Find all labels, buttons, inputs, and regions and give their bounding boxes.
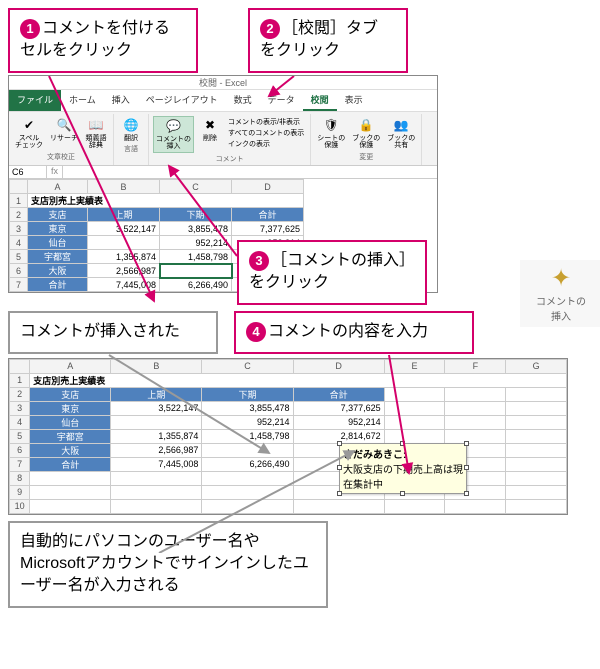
callout-4: 4コメントの内容を入力 bbox=[234, 311, 474, 353]
callout-2-line1: ［校閲］タブ bbox=[282, 20, 378, 37]
ribbon-group-lang: 🌐翻訳 言語 bbox=[114, 114, 149, 165]
delete-icon: ✖ bbox=[201, 117, 219, 135]
sheet-2[interactable]: ABCDEFG1支店別売上実績表2支店上期下期合計3東京3,522,1473,8… bbox=[9, 359, 567, 514]
btn-insert-comment[interactable]: 💬コメントの 挿入 bbox=[153, 116, 194, 153]
excel-window: 校閲 - Excel ファイル ホーム 挿入 ページレイアウト 数式 データ 校… bbox=[8, 75, 438, 293]
lock-icon: 🔒 bbox=[357, 117, 375, 135]
callout-3: 3［コメントの挿入］ をクリック bbox=[237, 240, 427, 305]
btn-protect-book[interactable]: 🔒ブックの 保護 bbox=[350, 116, 382, 151]
btn-share-book[interactable]: 👥ブックの 共有 bbox=[385, 116, 417, 151]
translate-icon: 🌐 bbox=[122, 117, 140, 135]
formula-bar: C6 fx bbox=[9, 166, 437, 179]
ribbon-group-proofing: ✔スペル チェック 🔍リサーチ 📖類義語 辞典 文章校正 bbox=[9, 114, 114, 165]
btn-translate[interactable]: 🌐翻訳 bbox=[118, 116, 144, 144]
ribbon-group-changes: 🛡シートの 保護 🔒ブックの 保護 👥ブックの 共有 変更 bbox=[311, 114, 422, 165]
callout-3-line1: ［コメントの挿入］ bbox=[271, 252, 415, 269]
tab-data[interactable]: データ bbox=[260, 90, 303, 111]
group-proof-label: 文章校正 bbox=[47, 152, 75, 162]
btn-research[interactable]: 🔍リサーチ bbox=[48, 116, 80, 144]
callout-bottom-text: 自動的にパソコンのユーザー名やMicrosoftアカウントでサインインしたユーザ… bbox=[20, 533, 309, 595]
callout-2: 2［校閲］タブ をクリック bbox=[248, 8, 408, 73]
btn-ink[interactable]: インクの表示 bbox=[228, 139, 304, 149]
btn-toggle-comment[interactable]: コメントの表示/非表示 bbox=[228, 117, 304, 127]
ribbon: ✔スペル チェック 🔍リサーチ 📖類義語 辞典 文章校正 🌐翻訳 言語 💬コメン… bbox=[9, 111, 437, 166]
comment-sparkle-icon: ✦ bbox=[524, 264, 598, 293]
comment-insert-icon: 💬 bbox=[165, 118, 183, 136]
title-bar: 校閲 - Excel bbox=[9, 76, 437, 90]
ribbon-tabs: ファイル ホーム 挿入 ページレイアウト 数式 データ 校閲 表示 bbox=[9, 90, 437, 111]
tab-view[interactable]: 表示 bbox=[337, 90, 371, 111]
group-lang-label: 言語 bbox=[124, 144, 138, 154]
btn-show-all[interactable]: すべてのコメントの表示 bbox=[228, 128, 304, 138]
callout-inserted: コメントが挿入された bbox=[8, 311, 218, 353]
group-comment-label: コメント bbox=[216, 154, 244, 164]
comment-options: コメントの表示/非表示 すべてのコメントの表示 インクの表示 bbox=[226, 116, 306, 150]
tab-formula[interactable]: 数式 bbox=[226, 90, 260, 111]
tab-layout[interactable]: ページレイアウト bbox=[138, 90, 226, 111]
callout-2-line2: をクリック bbox=[260, 42, 340, 59]
comment-body: 大阪支店の下期売上高は現在集計中 bbox=[343, 465, 463, 491]
callout-bottom: 自動的にパソコンのユーザー名やMicrosoftアカウントでサインインしたユーザ… bbox=[8, 521, 328, 608]
comment-box[interactable]: さだみあきこ: 大阪支店の下期売上高は現在集計中 bbox=[339, 443, 467, 494]
abc-icon: ✔ bbox=[20, 117, 38, 135]
window-title: 校閲 - Excel bbox=[199, 76, 247, 89]
shield-icon: 🛡 bbox=[322, 117, 340, 135]
fx-icon[interactable]: fx bbox=[47, 166, 63, 178]
callout-inserted-text: コメントが挿入された bbox=[20, 323, 180, 340]
callout-1-line1: コメントを付ける bbox=[42, 20, 170, 37]
btn-spellcheck[interactable]: ✔スペル チェック bbox=[13, 116, 45, 151]
btn-thesaurus[interactable]: 📖類義語 辞典 bbox=[83, 116, 109, 151]
tab-insert[interactable]: 挿入 bbox=[104, 90, 138, 111]
btn-protect-sheet[interactable]: 🛡シートの 保護 bbox=[315, 116, 347, 151]
callout-2-num: 2 bbox=[260, 19, 280, 39]
callout-3-num: 3 bbox=[249, 251, 269, 271]
tab-review[interactable]: 校閲 bbox=[303, 90, 337, 111]
callout-1-line2: セルをクリック bbox=[20, 42, 132, 59]
book-icon: 📖 bbox=[87, 117, 105, 135]
callout-1: 1コメントを付ける セルをクリック bbox=[8, 8, 198, 73]
tab-home[interactable]: ホーム bbox=[61, 90, 104, 111]
ribbon-group-comment: 💬コメントの 挿入 ✖削除 コメントの表示/非表示 すべてのコメントの表示 イン… bbox=[149, 114, 311, 165]
group-changes-label: 変更 bbox=[359, 152, 373, 162]
share-icon: 👥 bbox=[392, 117, 410, 135]
sheet-2-wrap: ABCDEFG1支店別売上実績表2支店上期下期合計3東京3,522,1473,8… bbox=[8, 358, 568, 515]
tab-file[interactable]: ファイル bbox=[9, 90, 61, 111]
research-icon: 🔍 bbox=[55, 117, 73, 135]
comment-author: さだみあきこ: bbox=[343, 450, 406, 461]
callout-4-text: コメントの内容を入力 bbox=[268, 323, 428, 340]
callout-3-line2: をクリック bbox=[249, 274, 329, 291]
name-box[interactable]: C6 bbox=[9, 166, 47, 178]
callout-1-num: 1 bbox=[20, 19, 40, 39]
callout-4-num: 4 bbox=[246, 322, 266, 342]
btn-delete-comment[interactable]: ✖削除 bbox=[197, 116, 223, 144]
formula-input[interactable] bbox=[63, 166, 437, 178]
